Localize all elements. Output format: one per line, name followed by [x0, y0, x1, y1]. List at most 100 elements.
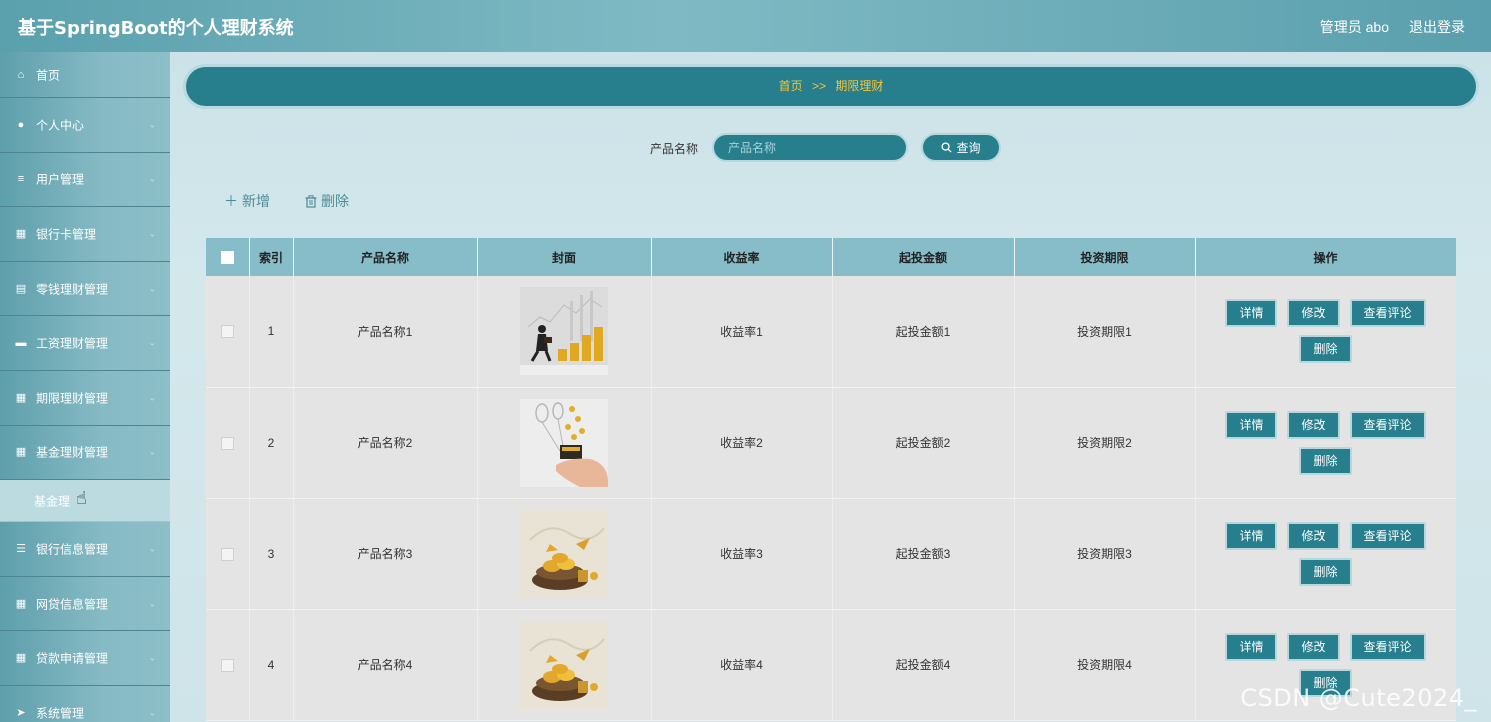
chevron-down-icon: ⌄ — [148, 392, 156, 403]
sidebar-item-bank-cards[interactable]: ▦ 银行卡管理 ⌄ — [0, 207, 170, 262]
sidebar-item-change-finance[interactable]: ▤ 零钱理财管理 ⌄ — [0, 261, 170, 317]
top-header: 基于SpringBoot的个人理财系统 管理员 abo 退出登录 — [0, 0, 1491, 52]
chevron-down-icon: ⌄ — [148, 119, 156, 130]
sidebar-item-label: 期限理财管理 — [36, 391, 109, 406]
user-icon: ● — [17, 118, 25, 131]
sidebar-item-label: 网贷信息管理 — [36, 597, 109, 612]
app-title: 基于SpringBoot的个人理财系统 — [18, 18, 294, 39]
gold-nest-image[interactable] — [520, 620, 608, 709]
detail-button[interactable]: 详情 — [1225, 410, 1278, 439]
breadcrumb-home[interactable]: 首页 — [779, 79, 803, 93]
row-checkbox[interactable] — [220, 436, 234, 450]
view-comments-button[interactable]: 查看评论 — [1349, 299, 1426, 328]
ticket-icon: ▬ — [15, 337, 27, 350]
table-row: 2 产品名称2 收益率2 起投金额2 投资期限2 详情 修改 查看评论 删除 — [206, 387, 1456, 499]
row-rate: 收益率2 — [651, 387, 833, 499]
column-header: 收益率 — [651, 238, 833, 276]
column-header: 索引 — [249, 238, 294, 276]
row-name: 产品名称4 — [293, 609, 478, 721]
row-name: 产品名称1 — [293, 276, 478, 388]
search-icon — [941, 142, 953, 153]
edit-button[interactable]: 修改 — [1287, 299, 1340, 328]
table-row: 3 产品名称3 收益率3 起投金额3 投资期限3 详情 修改 查看评论 删除 — [206, 498, 1456, 610]
search-button[interactable]: 查询 — [921, 133, 1001, 162]
user-area: 管理员 abo 退出登录 — [1320, 17, 1465, 37]
sidebar-subitem-label: 基金理 — [34, 494, 71, 509]
document-icon: ▤ — [15, 282, 27, 295]
view-comments-button[interactable]: 查看评论 — [1349, 632, 1426, 661]
home-icon: ⌂ — [17, 68, 25, 81]
row-term: 投资期限3 — [1014, 498, 1196, 610]
edit-button[interactable]: 修改 — [1287, 410, 1340, 439]
gold-nest-image[interactable] — [520, 509, 608, 598]
row-term: 投资期限2 — [1014, 387, 1196, 499]
column-header: 起投金额 — [832, 238, 1015, 276]
sidebar-item-fund-finance[interactable]: ▦ 基金理财管理 ⌄ — [0, 425, 170, 481]
edit-button[interactable]: 修改 — [1287, 632, 1340, 661]
breadcrumb-current: 期限理财 — [835, 79, 884, 93]
batch-delete-button[interactable]: 删除 — [305, 191, 349, 211]
grid-icon: ▦ — [15, 652, 27, 665]
row-checkbox[interactable] — [220, 658, 234, 672]
select-all-checkbox[interactable] — [220, 251, 234, 265]
view-comments-button[interactable]: 查看评论 — [1349, 521, 1426, 550]
row-index: 2 — [249, 387, 294, 499]
grid-icon: ▦ — [15, 597, 27, 610]
sidebar-subitem-fund[interactable]: 基金理 ☝ — [0, 480, 170, 523]
search-input[interactable] — [712, 133, 908, 162]
sidebar-item-profile[interactable]: ● 个人中心 ⌄ — [0, 98, 170, 153]
edit-button[interactable]: 修改 — [1287, 521, 1340, 550]
hand-cursor-icon: ☝ — [76, 488, 87, 509]
column-header: 产品名称 — [293, 238, 478, 276]
sidebar-item-bank-info[interactable]: ☰ 银行信息管理 ⌄ — [0, 522, 170, 577]
row-term: 投资期限1 — [1014, 276, 1196, 388]
chevron-down-icon: ⌄ — [148, 652, 156, 663]
sidebar-item-term-finance[interactable]: ▦ 期限理财管理 ⌄ — [0, 370, 170, 426]
logout-link[interactable]: 退出登录 — [1409, 17, 1465, 37]
row-index: 4 — [249, 609, 294, 721]
sidebar-item-p2p-info[interactable]: ▦ 网贷信息管理 ⌄ — [0, 576, 170, 632]
delete-button[interactable]: 删除 — [1299, 446, 1352, 475]
sidebar-item-system[interactable]: ➤ 系统管理 ⌄ — [0, 685, 170, 722]
hand-coins-image[interactable] — [520, 398, 608, 487]
product-table: 索引 产品名称 封面 收益率 起投金额 投资期限 操作 1 产品名称1 收益率1… — [206, 238, 1456, 722]
sidebar-item-users[interactable]: ≡ 用户管理 ⌄ — [0, 152, 170, 208]
sidebar: ⌂ 首页 ● 个人中心 ⌄ ≡ 用户管理 ⌄ ▦ 银行卡管理 ⌄ ▤ 零钱理财管… — [0, 52, 170, 722]
row-amount: 起投金额4 — [832, 609, 1015, 721]
row-checkbox[interactable] — [220, 547, 234, 561]
sidebar-item-label: 零钱理财管理 — [36, 282, 109, 297]
sidebar-item-salary-finance[interactable]: ▬ 工资理财管理 ⌄ — [0, 316, 170, 371]
delete-button[interactable]: 删除 — [1299, 557, 1352, 586]
sidebar-item-home[interactable]: ⌂ 首页 — [0, 52, 170, 98]
add-button-label: 新增 — [242, 193, 270, 209]
sidebar-item-label: 贷款申请管理 — [36, 651, 109, 666]
sidebar-item-label: 基金理财管理 — [36, 445, 109, 460]
sidebar-item-loan-apply[interactable]: ▦ 贷款申请管理 ⌄ — [0, 631, 170, 686]
businessman-coins-image[interactable] — [520, 287, 608, 376]
row-rate: 收益率3 — [651, 498, 833, 610]
detail-button[interactable]: 详情 — [1225, 299, 1278, 328]
sidebar-item-label: 用户管理 — [36, 172, 85, 187]
sidebar-item-label: 银行卡管理 — [36, 227, 97, 242]
watermark: CSDN @Cute2024_ — [1240, 684, 1477, 712]
grid-icon: ▦ — [15, 391, 27, 404]
grid-icon: ▦ — [15, 227, 27, 240]
table-row: 1 产品名称1 收益率1 起投金额1 投资期限1 详情 修改 查看评论 删除 — [206, 276, 1456, 388]
send-icon: ➤ — [16, 706, 26, 719]
row-actions: 详情 修改 查看评论 删除 — [1221, 521, 1431, 586]
breadcrumb-separator: >> — [811, 79, 826, 93]
row-checkbox[interactable] — [220, 325, 234, 339]
row-term: 投资期限4 — [1014, 609, 1196, 721]
view-comments-button[interactable]: 查看评论 — [1349, 410, 1426, 439]
delete-button[interactable]: 删除 — [1299, 335, 1352, 364]
breadcrumb: 首页 >> 期限理财 — [186, 67, 1476, 106]
detail-button[interactable]: 详情 — [1225, 632, 1278, 661]
detail-button[interactable]: 详情 — [1225, 521, 1278, 550]
list-icon: ☰ — [16, 542, 26, 555]
row-actions: 详情 修改 查看评论 删除 — [1221, 299, 1431, 364]
sidebar-item-label: 首页 — [36, 68, 61, 82]
select-all-cell — [206, 238, 250, 276]
add-button[interactable]: ＋ 新增 — [224, 191, 270, 211]
chevron-down-icon: ⌄ — [148, 228, 156, 239]
sidebar-item-label: 个人中心 — [36, 118, 85, 133]
